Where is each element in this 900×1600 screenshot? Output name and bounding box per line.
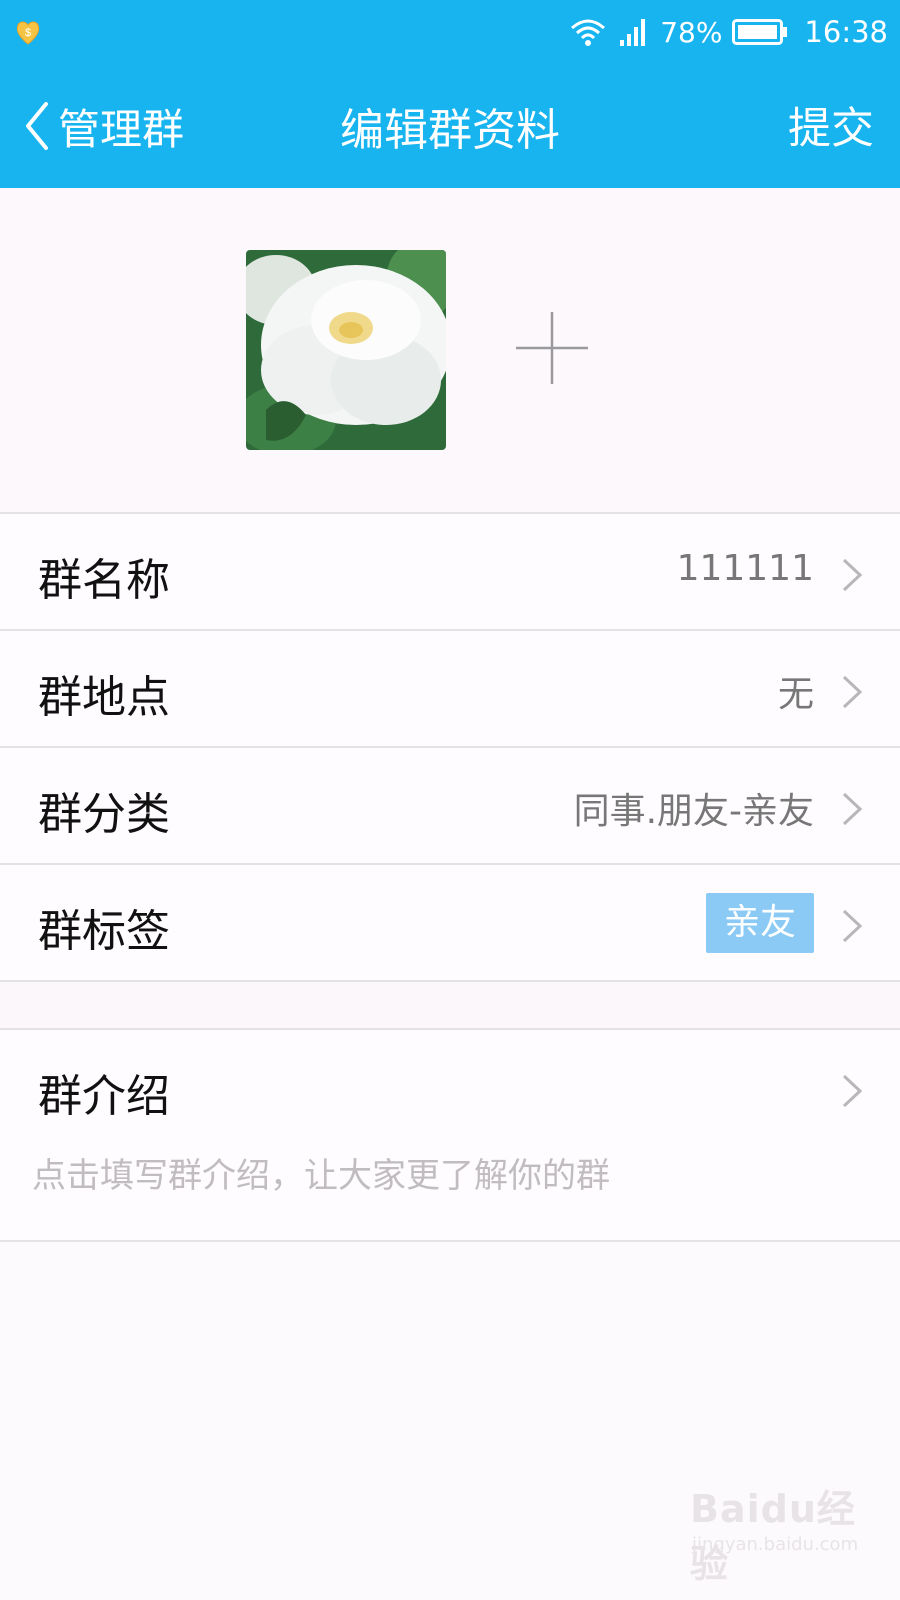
group-avatar[interactable]	[246, 250, 446, 450]
add-photo-icon[interactable]	[512, 308, 592, 388]
row-label: 群名称	[38, 555, 170, 606]
wifi-icon	[571, 19, 606, 46]
settings-list: 群名称 111111 群地点 无 群分类 同事.朋友-亲友 群标签 亲友 群介绍…	[0, 512, 900, 1242]
status-icons: 78% 16:38	[568, 14, 888, 50]
signal-icon	[620, 19, 646, 46]
group-location-row[interactable]: 群地点 无	[0, 629, 900, 746]
status-bar: $ 78% 16:38	[0, 0, 900, 64]
group-intro-row[interactable]: 群介绍 点击填写群介绍，让大家更了解你的群	[0, 1028, 900, 1242]
clock: 16:38	[804, 15, 888, 49]
section-divider	[0, 980, 900, 1028]
back-button[interactable]: 管理群	[18, 96, 184, 156]
chevron-right-icon	[842, 792, 863, 826]
tag-chip: 亲友	[705, 893, 814, 953]
chevron-left-icon	[26, 102, 48, 150]
intro-placeholder: 点击填写群介绍，让大家更了解你的群	[32, 1156, 610, 1196]
group-category-row[interactable]: 群分类 同事.朋友-亲友	[0, 746, 900, 863]
row-label: 群分类	[38, 789, 170, 840]
group-name-row[interactable]: 群名称 111111	[0, 512, 900, 629]
nav-bar: 管理群 编辑群资料 提交	[0, 64, 900, 188]
app-notification-icon: $	[16, 21, 40, 45]
battery-icon	[732, 19, 788, 45]
row-value: 111111	[676, 548, 814, 589]
svg-text:$: $	[25, 27, 31, 39]
watermark-url: jingyan.baidu.com	[692, 1534, 859, 1555]
row-label: 群地点	[38, 672, 170, 723]
row-label: 群介绍	[38, 1071, 170, 1122]
watermark-brand: Baidu经验	[690, 1487, 856, 1586]
row-value: 同事.朋友-亲友	[573, 791, 814, 832]
chevron-right-icon	[842, 1074, 863, 1108]
back-label: 管理群	[58, 104, 185, 154]
row-label: 群标签	[38, 906, 170, 957]
submit-button[interactable]: 提交	[788, 94, 874, 156]
chevron-right-icon	[842, 909, 863, 943]
chevron-right-icon	[842, 675, 863, 709]
battery-percentage: 78%	[660, 15, 723, 49]
group-avatar-image	[246, 250, 446, 450]
watermark: Baidu经验 jingyan.baidu.com	[680, 1468, 880, 1586]
avatar-section	[0, 188, 900, 512]
row-value: 无	[777, 674, 814, 715]
chevron-right-icon	[842, 558, 863, 592]
group-tag-row[interactable]: 群标签 亲友	[0, 863, 900, 980]
